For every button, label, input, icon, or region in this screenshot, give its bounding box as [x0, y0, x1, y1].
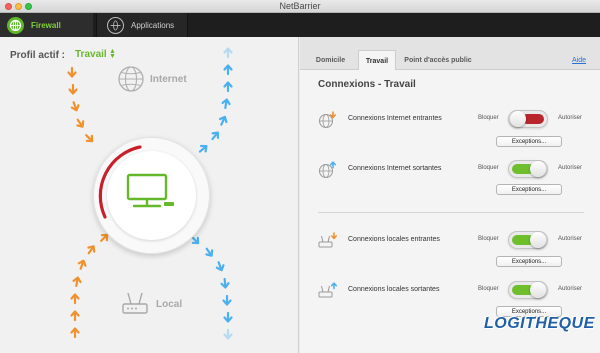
- toggle-internet-incoming[interactable]: [508, 110, 548, 128]
- router-outgoing-icon: [318, 282, 338, 305]
- incoming-internet-arrows: [67, 66, 96, 145]
- profile-settings-pane: Domicile Travail Point d'accès public Ai…: [300, 37, 600, 353]
- exceptions-button-internet-outgoing[interactable]: Exceptions...: [496, 184, 562, 195]
- computer-monitor-icon: [123, 173, 181, 222]
- row-label-internet-outgoing: Connexions Internet sortantes: [348, 165, 442, 172]
- toggle-local-incoming[interactable]: [508, 231, 548, 249]
- computer-status-inner: [107, 151, 196, 240]
- internet-label: Internet: [150, 74, 187, 85]
- internet-globe-icon: [117, 65, 145, 98]
- title-bar: NetBarrier: [0, 0, 600, 13]
- block-label: Bloquer: [478, 115, 499, 121]
- toggle-internet-outgoing[interactable]: [508, 160, 548, 178]
- block-label: Bloquer: [478, 286, 499, 292]
- panel-title: Connexions - Travail: [318, 79, 416, 90]
- toolbar-tab-label: Applications: [131, 20, 175, 30]
- allow-label: Autoriser: [558, 165, 583, 171]
- allow-label: Autoriser: [558, 286, 583, 292]
- shield-globe-icon: [7, 16, 24, 34]
- row-label-local-outgoing: Connexions locales sortantes: [348, 286, 440, 293]
- connections-panel: Connexions - Travail Connexions Internet…: [300, 70, 600, 353]
- toggle-local-outgoing[interactable]: [508, 281, 548, 299]
- toolbar-tab-applications[interactable]: Applications: [96, 13, 188, 37]
- tab-travail[interactable]: Travail: [358, 50, 396, 71]
- router-incoming-icon: [318, 232, 338, 255]
- tab-point-acces-public[interactable]: Point d'accès public: [399, 50, 477, 70]
- block-label: Bloquer: [478, 165, 499, 171]
- globe-outgoing-icon: [318, 161, 338, 184]
- exceptions-button-local-incoming[interactable]: Exceptions...: [496, 256, 562, 267]
- globe-incoming-icon: [318, 111, 338, 134]
- logitheque-watermark: LOGITHEQUE: [484, 315, 595, 332]
- section-divider: [318, 212, 584, 213]
- netbarrier-window: NetBarrier Firewall Applications Profil …: [0, 0, 600, 353]
- toolbar-tab-firewall[interactable]: Firewall: [0, 13, 93, 37]
- app-toolbar: Firewall Applications: [0, 13, 600, 37]
- row-label-local-incoming: Connexions locales entrantes: [348, 236, 440, 243]
- window-title: NetBarrier: [279, 1, 321, 11]
- exceptions-button-internet-incoming[interactable]: Exceptions...: [496, 136, 562, 147]
- profile-tabstrip: Domicile Travail Point d'accès public Ai…: [300, 37, 600, 71]
- network-overview-pane: Profil actif : Travail ▲ ▼ Internet Loca…: [0, 37, 299, 353]
- allow-label: Autoriser: [558, 236, 583, 242]
- computer-status-dial: [93, 137, 210, 254]
- block-label: Bloquer: [478, 236, 499, 242]
- local-router-icon: [120, 290, 150, 321]
- local-label: Local: [156, 299, 183, 310]
- help-link[interactable]: Aide: [572, 57, 586, 64]
- allow-label: Autoriser: [558, 115, 583, 121]
- tab-domicile[interactable]: Domicile: [304, 50, 357, 70]
- applications-globe-icon: [107, 16, 124, 34]
- toolbar-tab-label: Firewall: [31, 20, 61, 30]
- row-label-internet-incoming: Connexions Internet entrantes: [348, 115, 442, 122]
